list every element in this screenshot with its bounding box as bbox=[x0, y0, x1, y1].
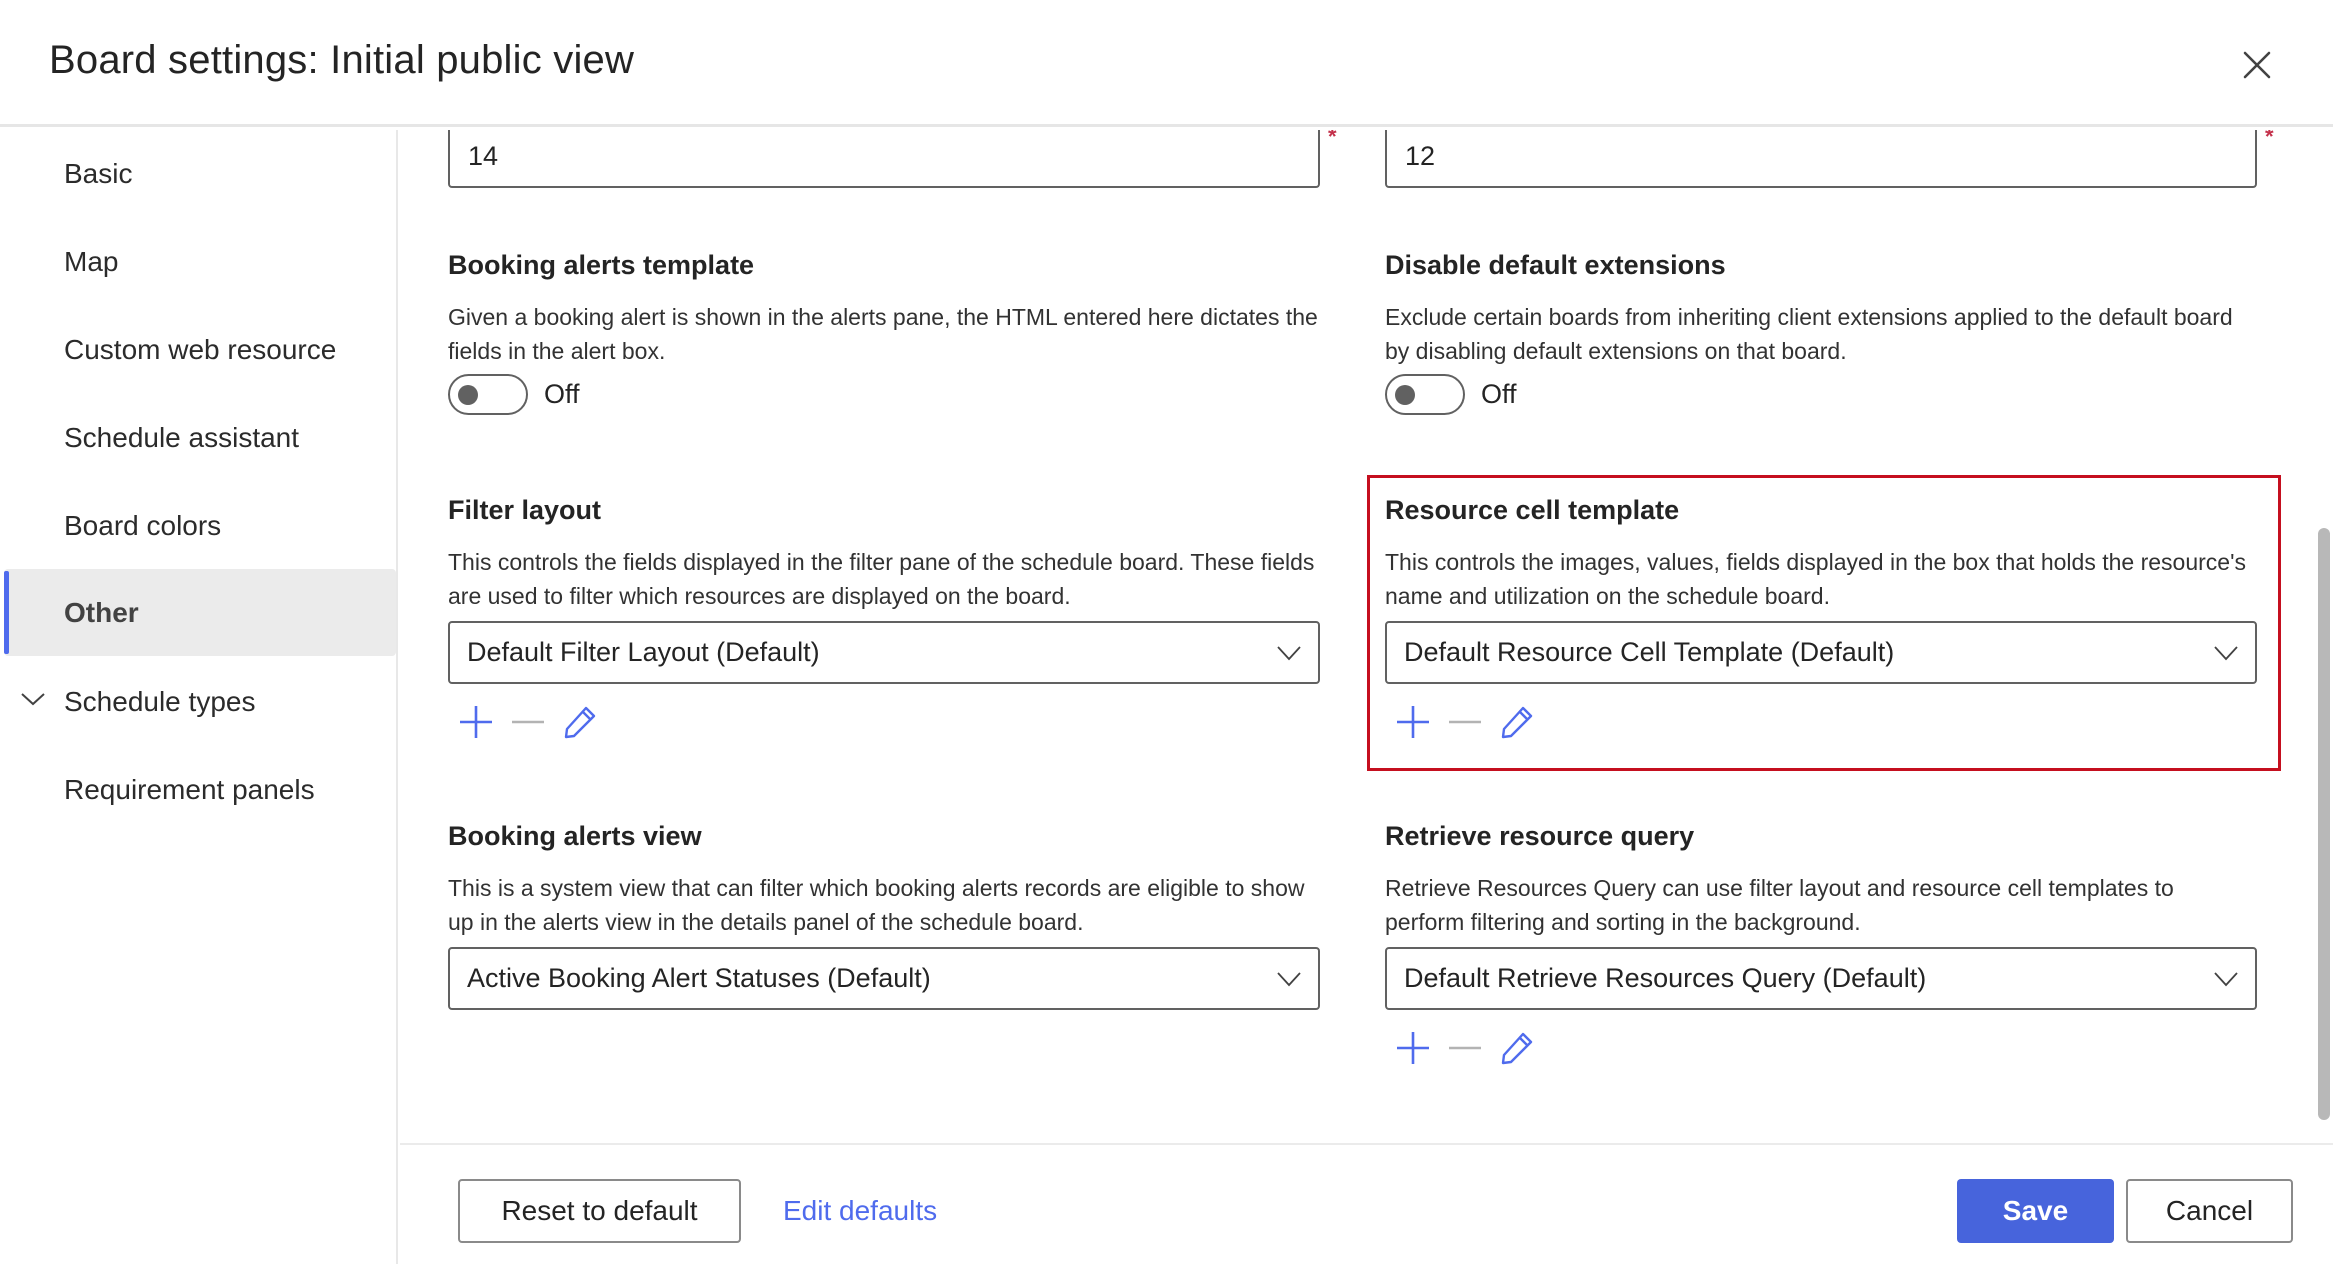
add-icon bbox=[1397, 1032, 1429, 1064]
close-icon bbox=[2243, 51, 2271, 79]
settings-content: 14 * 12 * Booking alerts template Given … bbox=[400, 130, 2310, 1140]
add-button[interactable] bbox=[454, 700, 498, 744]
sidebar-item-requirement-panels[interactable]: Requirement panels bbox=[4, 746, 396, 833]
toggle-state-label: Off bbox=[1481, 378, 1517, 409]
remove-button[interactable] bbox=[1443, 1026, 1487, 1070]
section-title: Resource cell template bbox=[1385, 495, 1680, 525]
dropdown-value: Default Filter Layout (Default) bbox=[467, 637, 820, 667]
sidebar-item-label: Custom web resource bbox=[64, 333, 337, 365]
required-indicator: * bbox=[1328, 130, 1337, 149]
sidebar-item-label: Basic bbox=[64, 157, 133, 189]
sidebar-item-custom-web-resource[interactable]: Custom web resource bbox=[4, 306, 396, 393]
dropdown-value: Default Resource Cell Template (Default) bbox=[1404, 637, 1895, 667]
cancel-button[interactable]: Cancel bbox=[2126, 1179, 2293, 1243]
add-button[interactable] bbox=[1391, 1026, 1435, 1070]
save-button[interactable]: Save bbox=[1957, 1179, 2114, 1243]
disable-default-extensions-toggle[interactable] bbox=[1385, 373, 1465, 415]
retrieve-resource-query-dropdown[interactable]: Default Retrieve Resources Query (Defaul… bbox=[1385, 947, 2257, 1010]
booking-alerts-template-toggle[interactable] bbox=[448, 373, 528, 415]
add-icon bbox=[1397, 706, 1429, 738]
reset-to-default-button[interactable]: Reset to default bbox=[458, 1179, 741, 1243]
sidebar-item-label: Schedule types bbox=[64, 685, 256, 717]
booking-alerts-template-section: Booking alerts template Given a booking … bbox=[448, 248, 1320, 416]
chevron-down-icon[interactable] bbox=[20, 690, 46, 708]
retrieve-resource-query-section: Retrieve resource query Retrieve Resourc… bbox=[1385, 819, 2257, 1070]
sidebar-item-schedule-assistant[interactable]: Schedule assistant bbox=[4, 394, 396, 481]
section-description: This controls the fields displayed in th… bbox=[448, 549, 1315, 609]
dropdown-value: Active Booking Alert Statuses (Default) bbox=[467, 963, 931, 993]
section-title: Retrieve resource query bbox=[1385, 821, 1695, 851]
dialog-header: Board settings: Initial public view bbox=[0, 0, 2333, 127]
input-value: 12 bbox=[1405, 140, 1436, 171]
sidebar-item-other[interactable]: Other bbox=[4, 569, 396, 656]
remove-button[interactable] bbox=[1443, 700, 1487, 744]
settings-sidebar: Basic Map Custom web resource Schedule a… bbox=[0, 130, 398, 1264]
remove-icon bbox=[512, 720, 544, 724]
section-description: This is a system view that can filter wh… bbox=[448, 875, 1305, 935]
booking-alerts-view-section: Booking alerts view This is a system vie… bbox=[448, 819, 1320, 1010]
content-scrollbar[interactable] bbox=[2318, 528, 2330, 1120]
number-input-right[interactable]: 12 bbox=[1385, 130, 2257, 188]
chevron-down-icon bbox=[1277, 972, 1301, 987]
add-button[interactable] bbox=[1391, 700, 1435, 744]
sidebar-item-basic[interactable]: Basic bbox=[4, 130, 396, 217]
sidebar-item-label: Requirement panels bbox=[64, 773, 315, 805]
add-icon bbox=[460, 706, 492, 738]
section-title: Filter layout bbox=[448, 495, 602, 525]
section-description: Retrieve Resources Query can use filter … bbox=[1385, 875, 2174, 935]
input-value: 14 bbox=[468, 140, 499, 171]
edit-button[interactable] bbox=[1495, 1026, 1539, 1070]
resource-cell-template-section: Resource cell template This controls the… bbox=[1385, 493, 2257, 744]
sidebar-item-label: Schedule assistant bbox=[64, 421, 300, 453]
section-title: Booking alerts view bbox=[448, 821, 702, 851]
section-title: Booking alerts template bbox=[448, 250, 755, 280]
sidebar-item-label: Map bbox=[64, 245, 119, 277]
chevron-down-icon bbox=[1277, 646, 1301, 661]
number-input-left[interactable]: 14 bbox=[448, 130, 1320, 188]
section-title: Disable default extensions bbox=[1385, 250, 1726, 280]
required-indicator: * bbox=[2265, 130, 2274, 149]
chevron-down-icon bbox=[2214, 646, 2238, 661]
disable-default-extensions-section: Disable default extensions Exclude certa… bbox=[1385, 248, 2257, 416]
section-description: This controls the images, values, fields… bbox=[1385, 549, 2246, 609]
section-description: Given a booking alert is shown in the al… bbox=[448, 304, 1318, 364]
sidebar-item-label: Other bbox=[64, 596, 139, 628]
dialog-title: Board settings: Initial public view bbox=[49, 38, 635, 82]
remove-icon bbox=[1449, 1046, 1481, 1050]
toggle-knob bbox=[458, 384, 478, 405]
edit-icon bbox=[1501, 706, 1533, 739]
section-description: Exclude certain boards from inheriting c… bbox=[1385, 304, 2233, 364]
remove-button[interactable] bbox=[506, 700, 550, 744]
sidebar-item-board-colors[interactable]: Board colors bbox=[4, 482, 396, 569]
sidebar-item-map[interactable]: Map bbox=[4, 218, 396, 305]
filter-layout-dropdown[interactable]: Default Filter Layout (Default) bbox=[448, 621, 1320, 684]
chevron-down-icon bbox=[2214, 972, 2238, 987]
edit-defaults-link[interactable]: Edit defaults bbox=[783, 1195, 937, 1227]
toggle-state-label: Off bbox=[544, 378, 580, 409]
remove-icon bbox=[1449, 720, 1481, 724]
edit-icon bbox=[1501, 1032, 1533, 1065]
close-button[interactable] bbox=[2238, 46, 2276, 84]
edit-button[interactable] bbox=[1495, 700, 1539, 744]
edit-icon bbox=[564, 706, 596, 739]
dropdown-value: Default Retrieve Resources Query (Defaul… bbox=[1404, 963, 1927, 993]
filter-layout-section: Filter layout This controls the fields d… bbox=[448, 493, 1320, 744]
resource-cell-template-dropdown[interactable]: Default Resource Cell Template (Default) bbox=[1385, 621, 2257, 684]
sidebar-item-label: Board colors bbox=[64, 509, 222, 541]
dialog-footer: Reset to default Edit defaults Save Canc… bbox=[400, 1143, 2333, 1264]
sidebar-item-schedule-types[interactable]: Schedule types bbox=[4, 658, 396, 745]
booking-alerts-view-dropdown[interactable]: Active Booking Alert Statuses (Default) bbox=[448, 947, 1320, 1010]
toggle-knob bbox=[1395, 384, 1415, 405]
edit-button[interactable] bbox=[558, 700, 602, 744]
